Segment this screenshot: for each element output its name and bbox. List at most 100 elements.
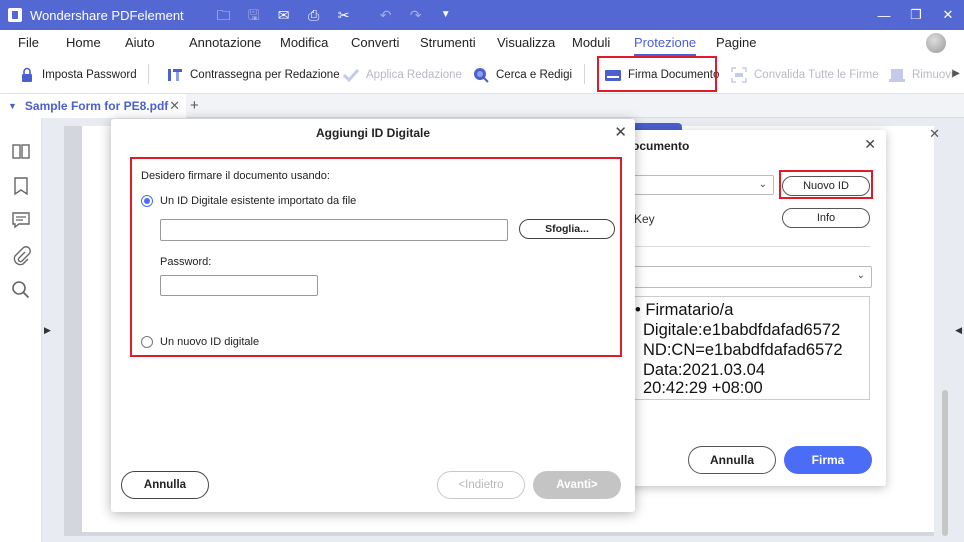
print-icon[interactable]: ⎙ <box>306 8 322 22</box>
close-tab-icon[interactable]: ✕ <box>169 98 180 114</box>
browse-button[interactable]: Sfoglia... <box>519 219 615 239</box>
close-icon[interactable]: ✕ <box>864 136 876 153</box>
document-tab[interactable]: ▼ Sample Form for PE8.pdf ✕ <box>0 94 186 118</box>
restore-icon[interactable]: ❐ <box>900 0 932 30</box>
sign-dialog-title: ocumento <box>632 139 690 153</box>
sign-document-dialog: ocumento ✕ ⌄ Nuovo ID Key Info ⌄ • Firma… <box>616 130 886 486</box>
close-icon[interactable]: ✕ <box>614 123 627 141</box>
cancel-button[interactable]: Annulla <box>121 471 209 499</box>
signature-line: 20:42:29 +08:00 <box>643 379 763 397</box>
menu-aiuto[interactable]: Aiuto <box>125 30 155 56</box>
title-bar: Wondershare PDFelement 🗀 🖫 ✉ ⎙ ✂ ↶ ↷ ▼ —… <box>0 0 964 30</box>
chevron-down-icon: ⌄ <box>758 179 767 190</box>
close-window-icon[interactable]: ✕ <box>932 0 964 30</box>
thumbnails-icon[interactable] <box>11 142 31 162</box>
chevron-down-icon[interactable]: ▼ <box>8 101 17 111</box>
set-password-label: Imposta Password <box>42 69 137 81</box>
signature-line: ND:CN=e1babdfdafad6572 <box>643 341 843 359</box>
existing-id-radio[interactable] <box>141 195 153 207</box>
apply-redaction-label: Applica Redazione <box>366 69 462 81</box>
minimize-icon[interactable]: — <box>868 0 900 30</box>
remove-button[interactable]: Rimuovi <box>888 62 954 88</box>
app-title: Wondershare PDFelement <box>30 7 184 23</box>
bookmark-icon[interactable] <box>11 176 31 196</box>
validate-signatures-button[interactable]: Convalida Tutte le Firme <box>730 62 879 88</box>
cancel-sign-button[interactable]: Annulla <box>688 446 776 474</box>
search-redact-icon <box>472 66 490 84</box>
window-controls: — ❐ ✕ <box>868 0 964 30</box>
existing-id-label[interactable]: Un ID Digitale esistente importato da fi… <box>160 195 356 207</box>
comment-icon[interactable] <box>11 210 31 230</box>
dialog-title: Aggiungi ID Digitale <box>316 126 430 140</box>
validate-signatures-label: Convalida Tutte le Firme <box>754 69 879 81</box>
folder-icon[interactable]: 🗀 <box>216 8 232 22</box>
ribbon-toolbar: Imposta Password Contrassegna per Redazi… <box>0 56 964 94</box>
search-redact-button[interactable]: Cerca e Redigi <box>472 62 572 88</box>
validate-icon <box>730 66 748 84</box>
document-tab-label: Sample Form for PE8.pdf <box>24 99 169 113</box>
menu-modifica[interactable]: Modifica <box>280 30 328 56</box>
back-button[interactable]: <Indietro <box>437 471 525 499</box>
search-redact-label: Cerca e Redigi <box>496 69 573 81</box>
mail-icon[interactable]: ✉ <box>276 8 292 22</box>
digital-id-select[interactable]: ⌄ <box>616 175 774 195</box>
signature-preview: • Firmatario/a Digitale:e1babdfdafad6572… <box>634 296 870 400</box>
menu-file[interactable]: File <box>18 30 39 56</box>
collapse-right-panel-icon[interactable]: ◀ <box>955 325 962 336</box>
toolbar-overflow-icon[interactable]: ▶ <box>952 68 960 79</box>
menu-annotazione[interactable]: Annotazione <box>189 30 261 56</box>
add-digital-id-dialog: Aggiungi ID Digitale ✕ Desidero firmare … <box>111 119 635 512</box>
check-icon <box>342 66 360 84</box>
redo-icon[interactable]: ↷ <box>408 8 424 22</box>
menu-pagine[interactable]: Pagine <box>716 30 756 56</box>
menu-converti[interactable]: Converti <box>351 30 399 56</box>
save-icon[interactable]: 🖫 <box>246 8 262 22</box>
toolbar-divider <box>148 64 149 84</box>
chevron-down-icon: ⌄ <box>856 270 865 281</box>
signature-line: • Firmatario/a <box>635 301 734 319</box>
menu-visualizza[interactable]: Visualizza <box>497 30 555 56</box>
sign-button[interactable]: Firma <box>784 446 872 474</box>
scissors-icon[interactable]: ✂ <box>336 8 352 22</box>
toolbar-divider <box>584 64 585 84</box>
remove-label: Rimuovi <box>912 69 954 81</box>
menu-home[interactable]: Home <box>66 30 101 56</box>
menu-protezione[interactable]: Protezione <box>634 30 697 56</box>
menu-bar: File Home Aiuto Annotazione Modifica Con… <box>0 30 964 56</box>
sign-question-label: Desidero firmare il documento usando: <box>141 170 330 182</box>
appearance-select[interactable]: ⌄ <box>616 266 872 288</box>
quick-access-toolbar: 🗀 🖫 ✉ ⎙ ✂ ↶ ↷ ▼ <box>216 8 454 22</box>
new-id-label[interactable]: Un nuovo ID digitale <box>160 336 259 348</box>
sign-document-highlight <box>597 56 717 92</box>
menu-moduli[interactable]: Moduli <box>572 30 610 56</box>
password-label: Password: <box>160 256 212 268</box>
dropdown-icon[interactable]: ▼ <box>438 8 454 22</box>
vertical-scrollbar[interactable] <box>942 390 948 536</box>
remove-icon <box>888 66 906 84</box>
new-id-highlight <box>779 170 873 199</box>
attachment-icon[interactable] <box>11 246 31 266</box>
app-logo-icon <box>8 8 22 22</box>
mark-for-redaction-label: Contrassegna per Redazione <box>190 69 340 81</box>
lock-icon <box>18 66 36 84</box>
side-panel <box>0 118 42 542</box>
add-tab-icon[interactable]: + <box>190 97 199 114</box>
info-button[interactable]: Info <box>782 208 870 228</box>
file-path-input[interactable] <box>160 219 508 241</box>
signature-line: Digitale:e1babdfdafad6572 <box>643 321 841 339</box>
close-panel-icon[interactable]: ✕ <box>929 126 940 142</box>
next-button[interactable]: Avanti> <box>533 471 621 499</box>
menu-strumenti[interactable]: Strumenti <box>420 30 476 56</box>
user-avatar[interactable] <box>926 33 946 53</box>
expand-panel-icon[interactable]: ▶ <box>44 325 51 336</box>
signature-line: Data:2021.03.04 <box>643 361 766 379</box>
mark-for-redaction-button[interactable]: Contrassegna per Redazione <box>166 62 340 88</box>
new-id-radio[interactable] <box>141 336 153 348</box>
document-tab-bar: ▼ Sample Form for PE8.pdf ✕ + <box>0 94 964 118</box>
password-input[interactable] <box>160 275 318 296</box>
undo-icon[interactable]: ↶ <box>378 8 394 22</box>
search-icon[interactable] <box>11 280 31 300</box>
apply-redaction-button[interactable]: Applica Redazione <box>342 62 462 88</box>
set-password-button[interactable]: Imposta Password <box>18 62 137 88</box>
key-label: Key <box>634 212 655 226</box>
